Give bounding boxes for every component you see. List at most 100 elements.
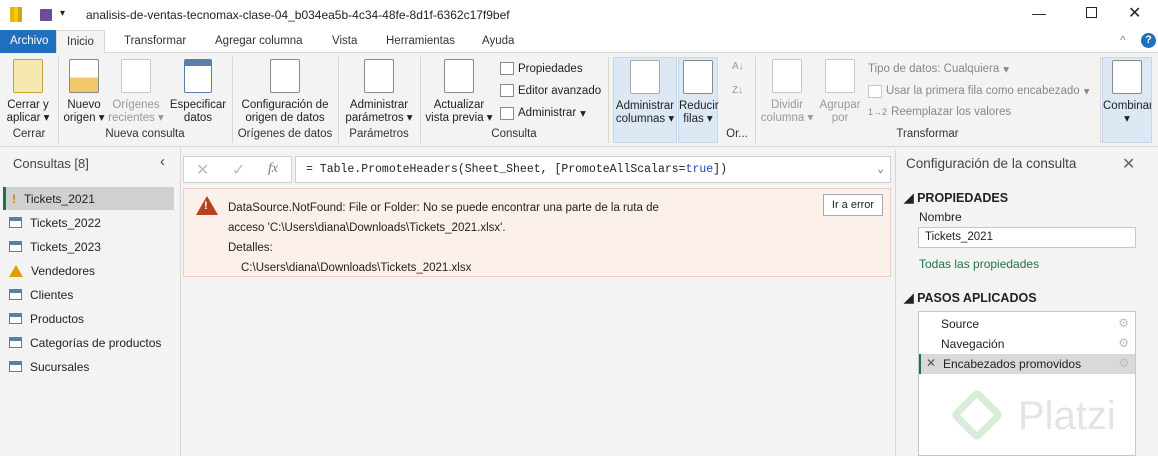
reduce-rows-button[interactable]: Reducir filas ▾ (678, 57, 719, 143)
group-label-cerrar: Cerrar (12, 128, 46, 140)
go-to-error-button[interactable]: Ir a error (823, 194, 883, 216)
close-button[interactable]: ✕ (1128, 3, 1141, 23)
split-column-icon (772, 59, 802, 93)
data-source-settings-icon (270, 59, 300, 93)
tab-herramientas[interactable]: Herramientas (376, 30, 465, 53)
query-label: Tickets_2021 (24, 191, 95, 206)
settings-title: Configuración de la consulta (906, 156, 1077, 171)
properties-label: PROPIEDADES (917, 191, 1009, 205)
sort-descending-icon[interactable]: Z↓ (732, 85, 743, 96)
manage-columns-button[interactable]: Administrar columnas ▾ (613, 57, 677, 143)
name-label: Nombre (919, 210, 962, 224)
step-label: Source (941, 317, 980, 331)
gear-icon[interactable]: ⚙ (1118, 336, 1129, 350)
sort-ascending-icon[interactable]: A↓ (732, 61, 744, 72)
query-item[interactable]: Tickets_2023 (3, 235, 174, 258)
manage-button[interactable]: Administrar ▾ (500, 106, 586, 120)
close-apply-button[interactable]: Cerrar y aplicar ▾ (4, 59, 52, 125)
group-by-icon (825, 59, 855, 93)
data-type-dropdown[interactable]: Tipo de datos: Cualquiera ▾ (868, 62, 1009, 76)
tab-inicio[interactable]: Inicio (56, 30, 105, 54)
delete-step-icon[interactable]: ✕ (926, 356, 936, 370)
gear-icon[interactable]: ⚙ (1118, 316, 1129, 330)
group-label-parametros: Parámetros (349, 128, 409, 140)
query-label: Vendedores (31, 263, 96, 278)
enter-data-button[interactable]: Especificar datos (168, 59, 228, 125)
applied-steps-heading[interactable]: ◢ PASOS APLICADOS (904, 290, 1037, 305)
tab-agregar-columna[interactable]: Agregar columna (205, 30, 313, 53)
minimize-button[interactable]: — (1032, 5, 1046, 21)
step-label: Encabezados promovidos (943, 357, 1082, 371)
gear-icon[interactable]: ⚙ (1118, 356, 1129, 370)
collapse-panel-icon[interactable]: ‹ (160, 153, 165, 170)
collapse-ribbon-icon[interactable]: ^ (1120, 33, 1126, 47)
tab-transformar[interactable]: Transformar (114, 30, 196, 53)
tab-archivo[interactable]: Archivo (0, 30, 59, 53)
refresh-icon (444, 59, 474, 93)
query-label: Tickets_2022 (30, 215, 101, 230)
query-item[interactable]: Vendedores (3, 259, 174, 282)
group-by-button[interactable]: Agrupar por (816, 59, 864, 125)
table-icon (9, 337, 22, 348)
query-label: Tickets_2023 (30, 239, 101, 254)
error-details-label: Detalles: (228, 242, 273, 254)
formula-controls: ✕ ✓ fx (183, 156, 292, 183)
group-label-transformar: Transformar (896, 128, 959, 140)
maximize-button[interactable] (1086, 7, 1097, 18)
tab-ayuda[interactable]: Ayuda (472, 30, 524, 53)
properties-heading[interactable]: ◢ PROPIEDADES (904, 190, 1008, 205)
data-source-settings-button[interactable]: Configuración de origen de datos (236, 59, 334, 125)
step-item[interactable]: Navegación ⚙ (919, 334, 1135, 354)
parameters-icon (364, 59, 394, 93)
reduce-rows-icon (683, 60, 713, 94)
properties-button[interactable]: Propiedades (500, 62, 583, 75)
split-column-button[interactable]: Dividir columna ▾ (760, 59, 814, 125)
query-item[interactable]: Sucursales (3, 355, 174, 378)
query-item[interactable]: Productos (3, 307, 174, 330)
ribbon: Cerrar y aplicar ▾ Cerrar Nuevo origen ▾… (0, 53, 1158, 147)
expand-formula-icon[interactable]: ⌄ (877, 161, 884, 176)
close-settings-icon[interactable]: ✕ (1122, 154, 1135, 174)
close-apply-icon (13, 59, 43, 93)
fx-icon[interactable]: fx (268, 161, 278, 177)
recent-sources-button[interactable]: Orígenes recientes ▾ (108, 59, 164, 125)
all-properties-link[interactable]: Todas las propiedades (919, 257, 1039, 271)
applied-steps-label: PASOS APLICADOS (917, 291, 1037, 305)
queries-panel: Consultas [8] ‹ ! Tickets_2021 Tickets_20… (0, 150, 180, 456)
step-item[interactable]: Source ⚙ (919, 314, 1135, 334)
advanced-editor-icon (500, 84, 514, 97)
query-name-input[interactable]: Tickets_2021 (918, 227, 1136, 248)
new-source-button[interactable]: Nuevo origen ▾ (62, 59, 106, 125)
group-label-origenes: Orígenes de datos (237, 128, 333, 140)
advanced-editor-button[interactable]: Editor avanzado (500, 84, 601, 97)
query-label: Categorías de productos (30, 335, 162, 350)
combine-button[interactable]: Combinar ▾ (1102, 57, 1152, 143)
manage-parameters-button[interactable]: Administrar parámetros ▾ (342, 59, 416, 125)
formula-input[interactable]: = Table.PromoteHeaders(Sheet_Sheet, [Pro… (295, 156, 891, 183)
use-first-row-headers-button[interactable]: Usar la primera fila como encabezado ▾ (868, 84, 1089, 98)
query-label: Sucursales (30, 359, 90, 374)
table-icon (9, 289, 22, 300)
title-bar: ▾ analisis-de-ventas-tecnomax-clase-04_b… (0, 0, 1158, 30)
query-item[interactable]: ! Tickets_2021 (3, 187, 174, 210)
queries-header: Consultas [8] (13, 156, 89, 171)
help-icon[interactable]: ? (1141, 33, 1156, 48)
step-item-selected[interactable]: ✕ Encabezados promovidos ⚙ (919, 354, 1135, 374)
query-item[interactable]: Categorías de productos (3, 331, 174, 354)
window-title: analisis-de-ventas-tecnomax-clase-04_b03… (86, 8, 510, 22)
quick-access-dropdown-icon[interactable]: ▾ (60, 8, 65, 19)
replace-values-button[interactable]: 1→2 Reemplazar los valores (868, 106, 1011, 118)
save-icon[interactable] (40, 9, 52, 21)
formula-end: ]) (713, 163, 727, 176)
tab-vista[interactable]: Vista (322, 30, 367, 53)
query-item[interactable]: Tickets_2022 (3, 211, 174, 234)
query-item[interactable]: Clientes (3, 283, 174, 306)
step-label: Navegación (941, 337, 1005, 351)
formula-keyword: true (685, 163, 714, 176)
commit-icon[interactable]: ✓ (232, 160, 245, 180)
main-area: ✕ ✓ fx = Table.PromoteHeaders(Sheet_Shee… (180, 148, 895, 456)
query-label: Clientes (30, 287, 74, 302)
cancel-icon[interactable]: ✕ (196, 160, 209, 180)
refresh-preview-button[interactable]: Actualizar vista previa ▾ (424, 59, 494, 125)
query-settings-panel: Configuración de la consulta ✕ ◢ PROPIED… (895, 150, 1158, 456)
